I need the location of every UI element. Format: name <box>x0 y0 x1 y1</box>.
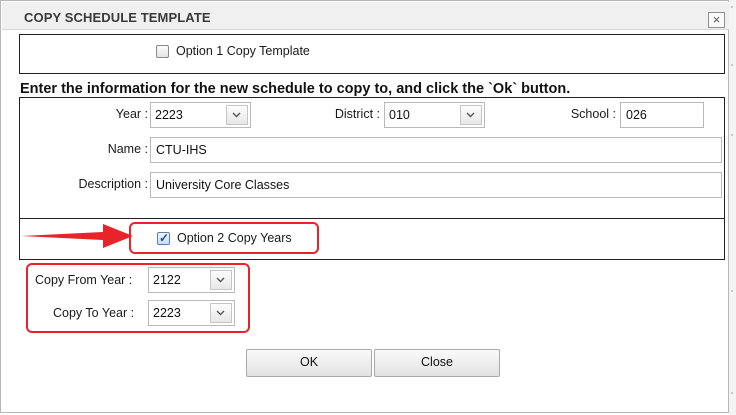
description-field[interactable]: University Core Classes <box>150 172 722 198</box>
background-window-strip <box>729 0 736 415</box>
ok-button[interactable]: OK <box>246 349 372 377</box>
annotation-highlight-option2 <box>129 222 319 254</box>
dialog-titlebar[interactable]: COPY SCHEDULE TEMPLATE × <box>2 2 729 30</box>
strip-dot <box>731 64 733 66</box>
strip-dot <box>731 392 733 394</box>
option1-checkbox[interactable] <box>156 45 169 58</box>
instructions-text: Enter the information for the new schedu… <box>20 81 571 97</box>
schedule-info-panel: Year : 2223 District : 010 School : 026 … <box>19 97 725 219</box>
close-icon[interactable]: × <box>708 12 725 28</box>
close-button[interactable]: Close <box>374 349 500 377</box>
district-value: 010 <box>389 108 410 122</box>
year-value: 2223 <box>155 108 183 122</box>
chevron-down-icon[interactable] <box>226 105 248 125</box>
chevron-down-icon[interactable] <box>460 105 482 125</box>
year-select[interactable]: 2223 <box>150 102 251 128</box>
annotation-highlight-copy-years <box>26 263 250 333</box>
strip-dot <box>731 6 733 8</box>
copy-schedule-dialog: COPY SCHEDULE TEMPLATE × Option 1 Copy T… <box>0 0 729 413</box>
name-field[interactable]: CTU-IHS <box>150 137 722 163</box>
school-field[interactable]: 026 <box>620 102 704 128</box>
school-label: School : <box>570 107 616 121</box>
district-label: District : <box>334 107 380 121</box>
option1-label[interactable]: Option 1 Copy Template <box>176 44 310 58</box>
option1-panel: Option 1 Copy Template <box>19 34 725 74</box>
strip-dot <box>731 290 733 292</box>
dialog-title: COPY SCHEDULE TEMPLATE <box>24 10 211 25</box>
description-label: Description : <box>78 177 148 191</box>
arrow-right-icon <box>21 224 133 248</box>
strip-dot <box>731 134 733 136</box>
district-select[interactable]: 010 <box>384 102 485 128</box>
name-label: Name : <box>107 142 148 156</box>
year-label: Year : <box>115 107 148 121</box>
